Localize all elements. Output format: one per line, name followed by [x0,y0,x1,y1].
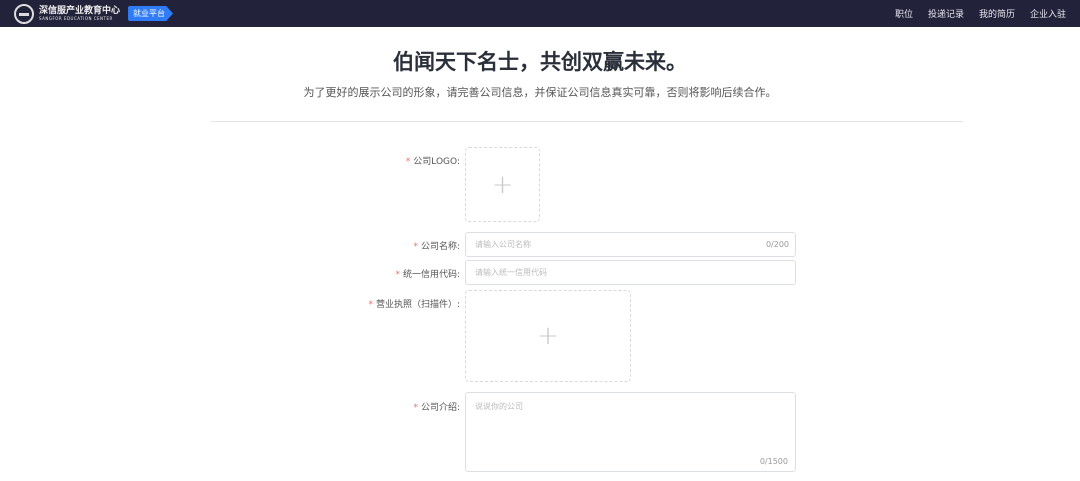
intro-placeholder: 说说你的公司 [475,402,523,411]
plus-icon: + [537,321,559,351]
brand[interactable]: 深信服产业教育中心 SANGFOR EDUCATION CENTER [39,5,121,21]
company-name-placeholder: 请输入公司名称 [475,240,531,249]
credit-code-label: * 统一信用代码: [395,270,460,280]
plus-icon: + [491,169,514,200]
intro-label: * 公司介绍: [413,403,460,413]
company-name-label: * 公司名称: [413,242,460,252]
page-title: 伯闻天下名士，共创双赢未来。 [393,50,687,74]
divider [211,121,963,122]
top-bar: 深信服产业教育中心 SANGFOR EDUCATION CENTER 就业平台 … [0,0,1080,27]
nav-item-enterprise[interactable]: 企业入驻 [1030,7,1066,20]
nav-item-jobs[interactable]: 职位 [895,7,913,20]
credit-code-input[interactable]: 请输入统一信用代码 [465,260,796,285]
logo-upload[interactable]: + [465,147,540,222]
logo-icon [14,3,34,24]
license-upload[interactable]: + [465,290,631,382]
intro-textarea[interactable]: 说说你的公司 0/1500 [465,392,796,472]
nav-item-resume[interactable]: 我的简历 [979,7,1015,20]
brand-name-en: SANGFOR EDUCATION CENTER [39,15,113,21]
license-label: * 营业执照（扫描件）: [368,300,460,310]
platform-badge: 就业平台 [128,6,174,21]
page-subtitle: 为了更好的展示公司的形象，请完善公司信息，并保证公司信息真实可靠，否则将影响后续… [303,86,777,99]
company-name-count: 0/200 [765,240,789,249]
company-name-input[interactable]: 请输入公司名称 0/200 [465,232,796,257]
credit-code-placeholder: 请输入统一信用代码 [475,268,547,277]
nav-menu: 职位 投递记录 我的简历 企业入驻 [895,0,1066,27]
logo-label: * 公司LOGO: [405,157,460,167]
intro-count: 0/1500 [759,457,788,466]
nav-item-applications[interactable]: 投递记录 [928,7,964,20]
brand-name: 深信服产业教育中心 [39,5,121,16]
